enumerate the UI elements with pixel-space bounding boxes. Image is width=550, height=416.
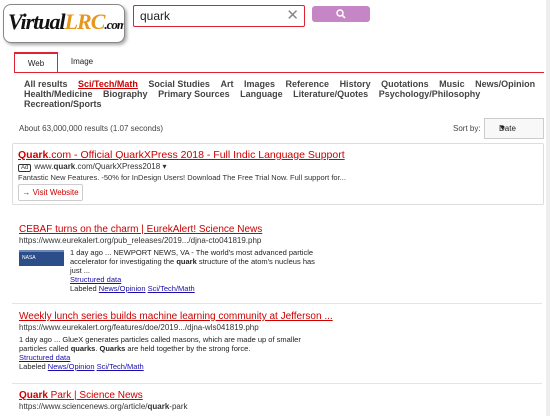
category-filter-reference[interactable]: Reference — [286, 79, 330, 89]
category-filter-health-medicine[interactable]: Health/Medicine — [24, 89, 93, 99]
category-filter-psychology-philosophy[interactable]: Psychology/Philosophy — [379, 89, 481, 99]
ad-url-rest: .com/QuarkXPress2018 — [75, 162, 161, 171]
category-filter-quotations[interactable]: Quotations — [381, 79, 429, 89]
result-title-link[interactable]: Weekly lunch series builds machine learn… — [19, 311, 539, 322]
category-filters: All results Sci/Tech/Math Social Studies… — [24, 79, 544, 109]
category-filter-history[interactable]: History — [340, 79, 371, 89]
ad-url-bold: quark — [53, 162, 76, 171]
result-url: https://www.eurekalert.org/pub_releases/… — [19, 236, 262, 245]
ad-badge: Ad — [18, 164, 32, 172]
tab-web[interactable]: Web — [14, 52, 58, 73]
category-filter-social-studies[interactable]: Social Studies — [148, 79, 210, 89]
ad-title-rest: .com - Official QuarkXPress 2018 - Full … — [48, 149, 345, 161]
result-url: https://www.eurekalert.org/features/doe/… — [19, 323, 259, 332]
result-url: https://www.sciencenews.org/article/quar… — [19, 402, 539, 411]
result-divider — [12, 303, 542, 304]
label-news-opinion[interactable]: News/Opinion — [99, 284, 146, 293]
category-filter-primary-sources[interactable]: Primary Sources — [158, 89, 230, 99]
ad-description: Fantastic New Features. -50% for InDesig… — [18, 173, 346, 182]
category-filter-literature-quotes[interactable]: Literature/Quotes — [293, 89, 368, 99]
search-button[interactable] — [312, 6, 370, 22]
site-logo[interactable]: VirtualLRC.com — [3, 4, 125, 43]
sort-select[interactable]: Date ▼ — [484, 118, 544, 139]
category-filter-news-opinion[interactable]: News/Opinion — [475, 79, 535, 89]
tab-divider — [14, 72, 544, 73]
category-filter-images[interactable]: Images — [244, 79, 275, 89]
visit-website-label: Visit Website — [32, 188, 79, 197]
result-title-link[interactable]: CEBAF turns on the charm | EurekAlert! S… — [19, 224, 539, 235]
ad-url-prefix: www. — [34, 162, 54, 171]
tab-image[interactable]: Image — [70, 52, 94, 71]
logo-text-domain: .com — [104, 17, 125, 32]
arrow-right-icon: → — [22, 188, 31, 197]
label-sci-tech-math[interactable]: Sci/Tech/Math — [97, 362, 144, 371]
result-snippet-line: just ... — [70, 266, 91, 275]
structured-data-link[interactable]: Structured data — [70, 275, 121, 284]
result-url-prefix: https://www.sciencenews.org/article/ — [19, 402, 148, 411]
result-divider — [12, 383, 542, 384]
thumbnail-text: NASA — [22, 255, 36, 261]
category-filter-biography[interactable]: Biography — [103, 89, 148, 99]
result-url-rest: -park — [169, 402, 188, 411]
category-filter-sci-tech-math[interactable]: Sci/Tech/Math — [78, 79, 138, 89]
result-labels: Labeled News/Opinion Sci/Tech/Math — [70, 284, 539, 293]
ad-result: Quark.com - Official QuarkXPress 2018 - … — [12, 143, 544, 205]
results-count: About 63,000,000 results (1.07 seconds) — [19, 124, 164, 133]
result-snippet-line: particles called quarks. Quarks are held… — [19, 344, 251, 353]
result-snippet-line: 1 day ago ... NEWPORT NEWS, VA - The wor… — [70, 248, 314, 257]
close-icon[interactable]: ✕ — [286, 6, 299, 26]
result-title-link[interactable]: Quark Park | Science News — [19, 390, 539, 401]
labeled-text: Labeled — [19, 362, 46, 371]
result-snippet-line: accelerator for investigating the quark … — [70, 257, 315, 266]
search-icon — [336, 9, 346, 19]
ad-url: Ad www.quark.com/QuarkXPress2018 ▾ — [18, 162, 166, 172]
result-thumbnail[interactable]: NASA — [19, 250, 64, 266]
search-box[interactable]: ✕ — [133, 5, 305, 27]
structured-data-link[interactable]: Structured data — [19, 353, 70, 362]
label-news-opinion[interactable]: News/Opinion — [48, 362, 95, 371]
category-filter-music[interactable]: Music — [439, 79, 465, 89]
search-result: Weekly lunch series builds machine learn… — [19, 311, 539, 371]
chevron-down-icon: ▼ — [499, 125, 506, 132]
result-title-rest: Park | Science News — [47, 390, 143, 401]
category-filter-art[interactable]: Art — [220, 79, 233, 89]
label-sci-tech-math[interactable]: Sci/Tech/Math — [148, 284, 195, 293]
logo-text-accent: LRC — [64, 9, 106, 34]
sort-label: Sort by: — [453, 124, 481, 133]
search-input[interactable] — [140, 8, 280, 24]
page-scrollbar[interactable] — [546, 0, 550, 416]
category-filter-all-results[interactable]: All results — [24, 79, 68, 89]
search-result: Quark Park | Science News https://www.sc… — [19, 390, 539, 411]
category-filter-language[interactable]: Language — [240, 89, 283, 99]
result-labels: Labeled News/Opinion Sci/Tech/Math — [19, 362, 539, 371]
logo-text: Virtual — [8, 9, 66, 34]
result-url-bold: quark — [147, 402, 170, 411]
search-result: CEBAF turns on the charm | EurekAlert! S… — [19, 224, 539, 293]
result-snippet-line: 1 day ago ... GlueX generates particles … — [19, 335, 301, 344]
result-title-bold: Quark — [19, 390, 48, 401]
ad-url-dropdown-icon[interactable]: ▾ — [162, 162, 166, 171]
category-filter-recreation-sports[interactable]: Recreation/Sports — [24, 99, 102, 109]
visit-website-button[interactable]: → Visit Website — [18, 184, 83, 201]
ad-title-bold: Quark — [18, 149, 49, 161]
ad-title-link[interactable]: Quark.com - Official QuarkXPress 2018 - … — [18, 149, 345, 161]
labeled-text: Labeled — [70, 284, 97, 293]
